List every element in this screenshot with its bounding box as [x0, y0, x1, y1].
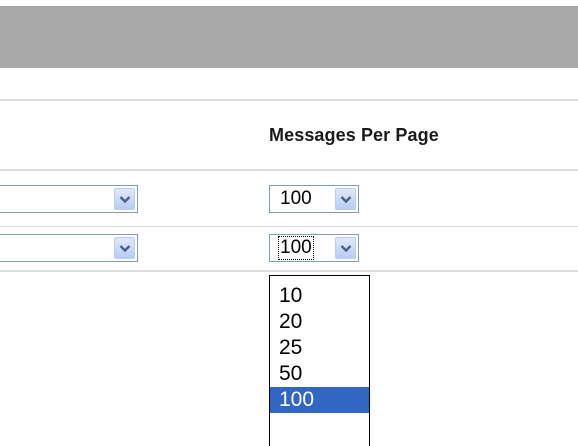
- dropdown-button[interactable]: [114, 237, 135, 259]
- dropdown-option-50[interactable]: 50: [270, 361, 369, 387]
- row-divider: [0, 226, 578, 227]
- row-2-left-select[interactable]: [0, 234, 138, 262]
- chevron-down-icon: [340, 244, 351, 252]
- chevron-down-icon: [119, 244, 130, 252]
- dropdown-option-20[interactable]: 20: [270, 309, 369, 335]
- dropdown-button[interactable]: [335, 237, 356, 259]
- chevron-down-icon: [119, 195, 130, 203]
- messages-per-page-dropdown-list[interactable]: 10 20 25 50 100: [269, 275, 370, 446]
- table-divider-bottom: [0, 270, 578, 272]
- dropdown-button[interactable]: [114, 188, 135, 210]
- chevron-down-icon: [340, 195, 351, 203]
- header-bar: [0, 6, 578, 68]
- select-value: 100: [280, 188, 312, 209]
- table-divider-top: [0, 169, 578, 171]
- row-1-messages-per-page-select[interactable]: 100: [269, 185, 359, 213]
- row-1-left-select[interactable]: [0, 185, 138, 213]
- column-header-messages-per-page: Messages Per Page: [269, 125, 439, 145]
- header-divider: [0, 99, 578, 101]
- dropdown-option-100[interactable]: 100: [270, 387, 369, 413]
- dropdown-option-25[interactable]: 25: [270, 335, 369, 361]
- row-2-messages-per-page-select[interactable]: 100: [269, 234, 359, 262]
- dropdown-option-10[interactable]: 10: [270, 283, 369, 309]
- dropdown-button[interactable]: [335, 188, 356, 210]
- select-value: 100: [278, 236, 314, 260]
